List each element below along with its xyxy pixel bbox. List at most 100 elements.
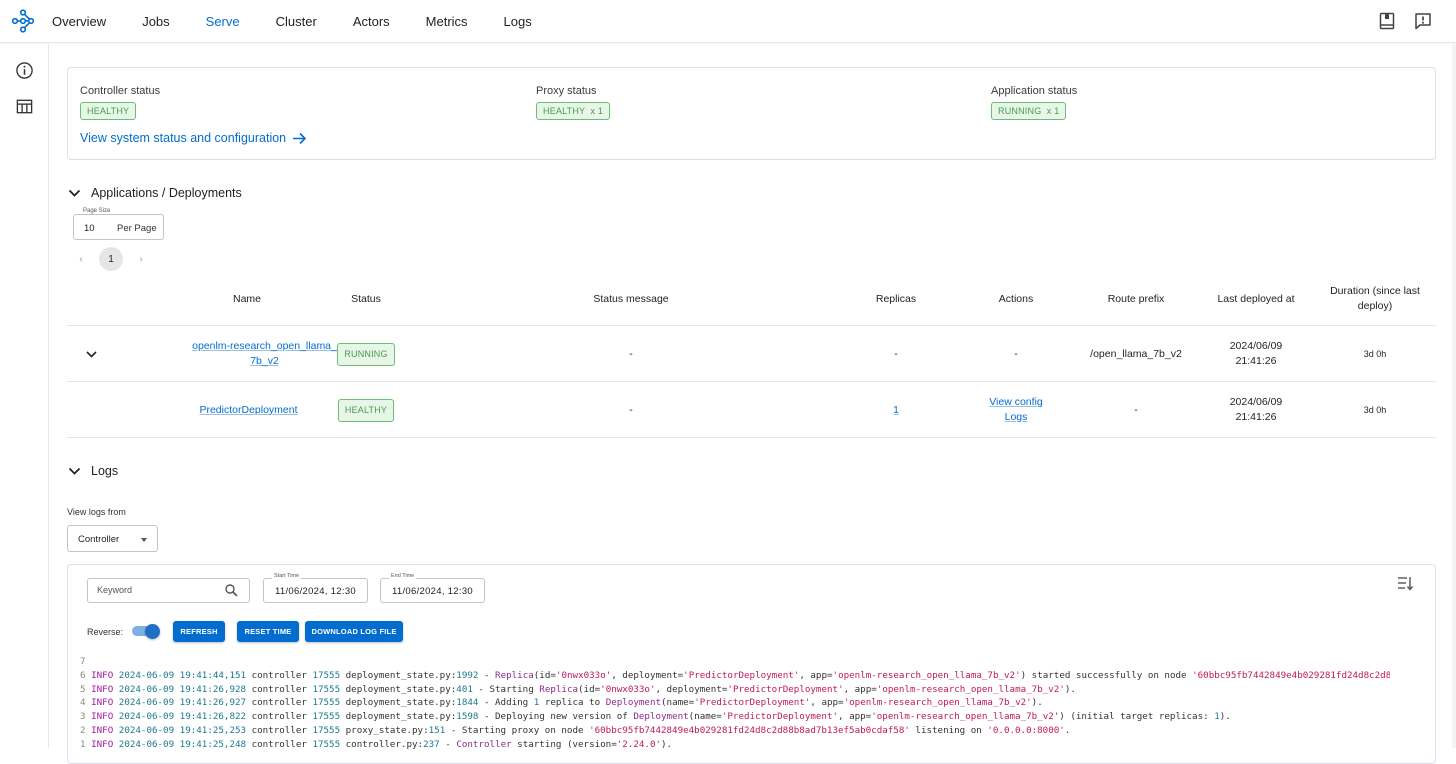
- search-icon[interactable]: [225, 584, 238, 597]
- route-prefix: -: [1134, 403, 1138, 416]
- keyword-search-field[interactable]: [87, 578, 250, 603]
- reverse-toggle[interactable]: [132, 624, 160, 639]
- toggle-thumb: [145, 624, 160, 639]
- controller-status: Controller status HEALTHY: [80, 85, 160, 120]
- log-line: 6 INFO 2024-06-09 19:41:44,151 controlle…: [80, 669, 1390, 681]
- proxy-status-label: Proxy status: [536, 85, 597, 97]
- table-row: openlm-research_open_llama_7b_v2 RUNNING…: [67, 326, 1436, 382]
- nav-logs[interactable]: Logs: [504, 14, 532, 29]
- table-icon[interactable]: [15, 97, 34, 116]
- end-time-input[interactable]: End Time 11/06/2024, 12:30: [380, 573, 485, 603]
- log-viewer: Start Time 11/06/2024, 12:30 End Time 11…: [67, 564, 1436, 764]
- col-name: Name: [232, 293, 261, 305]
- chevron-down-icon: [68, 467, 81, 475]
- applications-section-title: Applications / Deployments: [91, 186, 242, 200]
- start-time-input[interactable]: Start Time 11/06/2024, 12:30: [263, 573, 368, 603]
- col-replicas: Replicas: [875, 293, 917, 305]
- duration: 3d 0h: [1363, 404, 1387, 415]
- page-scrollbar[interactable]: [1452, 44, 1456, 748]
- arrow-right-icon: [293, 132, 307, 144]
- serve-status-card: Controller status HEALTHY Proxy status H…: [67, 67, 1436, 160]
- view-logs-from-label: View logs from: [67, 507, 126, 517]
- view-system-status-label: View system status and configuration: [80, 131, 287, 145]
- page-size-input[interactable]: Page Size 10 Per Page: [73, 208, 164, 240]
- last-deployed: 2024/06/09 21:41:26: [1229, 340, 1283, 367]
- dropdown-caret-icon: [141, 538, 147, 542]
- end-time-legend: End Time: [389, 573, 417, 579]
- download-log-file-button[interactable]: DOWNLOAD LOG FILE: [305, 621, 403, 642]
- expand-row-button[interactable]: [81, 326, 101, 382]
- controller-status-label: Controller status: [80, 85, 161, 97]
- end-time-value: 11/06/2024, 12:30: [392, 586, 473, 597]
- col-route-prefix: Route prefix: [1107, 293, 1165, 305]
- table-header: Name Status Status message Replicas Acti…: [67, 272, 1436, 326]
- status-badge: RUNNING: [337, 342, 395, 366]
- prev-page-button[interactable]: ‹: [73, 254, 89, 265]
- app-name-link[interactable]: openlm-research_open_llama_7b_v2: [192, 339, 337, 369]
- page-size-value: 10: [84, 223, 95, 234]
- col-status: Status: [351, 293, 381, 305]
- application-status-badge: RUNNING x 1: [991, 102, 1067, 120]
- nav-jobs[interactable]: Jobs: [142, 14, 169, 29]
- view-system-status-link[interactable]: View system status and configuration: [80, 131, 307, 145]
- main-nav: Overview Jobs Serve Cluster Actors Metri…: [52, 0, 568, 42]
- log-line: 5 INFO 2024-06-09 19:41:26,928 controlle…: [80, 683, 1076, 695]
- reverse-label: Reverse:: [87, 627, 124, 637]
- replicas: -: [894, 347, 898, 360]
- col-duration: Duration (since last deploy): [1330, 285, 1420, 312]
- start-time-value: 11/06/2024, 12:30: [275, 586, 356, 597]
- table-row: PredictorDeployment HEALTHY - 1 View con…: [67, 382, 1436, 438]
- feedback-icon[interactable]: [1413, 11, 1433, 31]
- sort-descending-icon[interactable]: [1397, 576, 1414, 591]
- replicas-link[interactable]: 1: [893, 403, 899, 418]
- reset-time-button[interactable]: RESET TIME: [237, 621, 299, 642]
- page-size-legend: Page Size: [81, 208, 113, 214]
- applications-section-toggle[interactable]: Applications / Deployments: [68, 186, 242, 200]
- start-time-legend: Start Time: [272, 573, 302, 579]
- log-line: 2 INFO 2024-06-09 19:41:25,253 controlle…: [80, 724, 1071, 736]
- nav-overview[interactable]: Overview: [52, 14, 106, 29]
- page-size-unit: Per Page: [117, 223, 157, 234]
- col-actions: Actions: [998, 293, 1034, 305]
- deployment-name-link[interactable]: PredictorDeployment: [199, 403, 297, 418]
- actions: View config Logs: [976, 382, 1056, 438]
- log-line: 7: [80, 656, 86, 667]
- last-deployed: 2024/06/09 21:41:26: [1229, 396, 1283, 423]
- logs-section-toggle[interactable]: Logs: [68, 464, 118, 478]
- proxy-status: Proxy status HEALTHY x 1: [536, 85, 611, 120]
- controller-status-badge: HEALTHY: [80, 102, 137, 120]
- log-content: 7 6 INFO 2024-06-09 19:41:44,151 controll…: [80, 655, 1390, 752]
- refresh-button[interactable]: REFRESH: [173, 621, 225, 642]
- duration: 3d 0h: [1363, 348, 1387, 359]
- ray-logo-icon[interactable]: [11, 9, 35, 33]
- logs-section-title: Logs: [91, 464, 119, 478]
- chevron-down-icon: [68, 189, 81, 197]
- nav-cluster[interactable]: Cluster: [276, 14, 317, 29]
- pagination: ‹ 1 ›: [73, 247, 149, 271]
- route-prefix: /open_llama_7b_v2: [1090, 347, 1182, 360]
- col-status-message: Status message: [593, 293, 669, 305]
- deployment-logs-link[interactable]: Logs: [1005, 410, 1028, 425]
- info-icon[interactable]: [15, 61, 34, 80]
- log-line: 3 INFO 2024-06-09 19:41:26,822 controlle…: [80, 711, 1231, 723]
- chevron-down-icon: [85, 350, 97, 358]
- docs-book-icon[interactable]: [1377, 11, 1397, 31]
- top-navigation-bar: Overview Jobs Serve Cluster Actors Metri…: [0, 0, 1456, 43]
- nav-metrics[interactable]: Metrics: [426, 14, 468, 29]
- view-config-link[interactable]: View config: [989, 395, 1043, 410]
- status-message: -: [629, 347, 633, 360]
- next-page-button[interactable]: ›: [133, 254, 149, 265]
- applications-table: Name Status Status message Replicas Acti…: [67, 272, 1436, 438]
- page-1-button[interactable]: 1: [99, 247, 123, 271]
- keyword-input[interactable]: [97, 585, 217, 595]
- nav-serve[interactable]: Serve: [206, 14, 240, 29]
- nav-actors[interactable]: Actors: [353, 14, 390, 29]
- actions: -: [1014, 347, 1018, 360]
- sidebar: [0, 44, 49, 748]
- status-message: -: [629, 403, 633, 416]
- log-line: 1 INFO 2024-06-09 19:41:25,248 controlle…: [80, 738, 673, 750]
- log-line: 4 INFO 2024-06-09 19:41:26,927 controlle…: [80, 697, 1043, 709]
- application-status: Application status RUNNING x 1: [991, 85, 1077, 120]
- log-source-select[interactable]: Controller: [67, 525, 158, 552]
- application-status-label: Application status: [991, 85, 1078, 97]
